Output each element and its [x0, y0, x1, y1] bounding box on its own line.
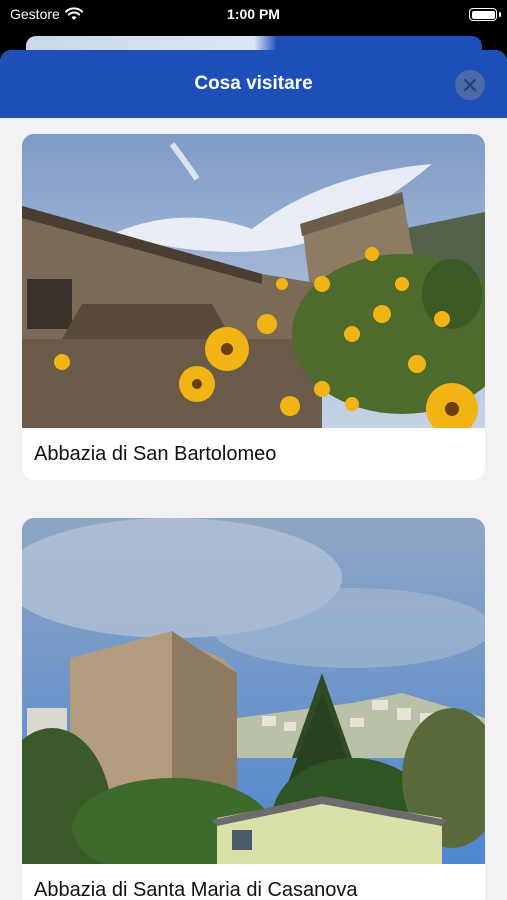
close-icon: [463, 78, 477, 92]
place-card[interactable]: Abbazia di Santa Maria di Casanova: [22, 518, 485, 900]
place-name: Abbazia di Santa Maria di Casanova: [34, 878, 358, 900]
modal-sheet: Cosa visitare Abbazia di San Bartolomeo …: [0, 50, 507, 900]
close-button[interactable]: [455, 70, 485, 100]
sheet-header: Cosa visitare: [0, 50, 507, 118]
place-card[interactable]: Abbazia di San Bartolomeo: [22, 134, 485, 480]
battery-cap: [499, 12, 501, 17]
places-list: Abbazia di San Bartolomeo Abbazia di San…: [0, 118, 507, 900]
place-photo: [22, 134, 485, 428]
clock: 1:00 PM: [227, 6, 280, 22]
battery-icon: [469, 8, 497, 21]
place-photo: [22, 518, 485, 864]
status-bar: Gestore 1:00 PM: [0, 0, 507, 30]
place-name: Abbazia di San Bartolomeo: [34, 442, 277, 465]
page-title: Cosa visitare: [194, 73, 313, 94]
